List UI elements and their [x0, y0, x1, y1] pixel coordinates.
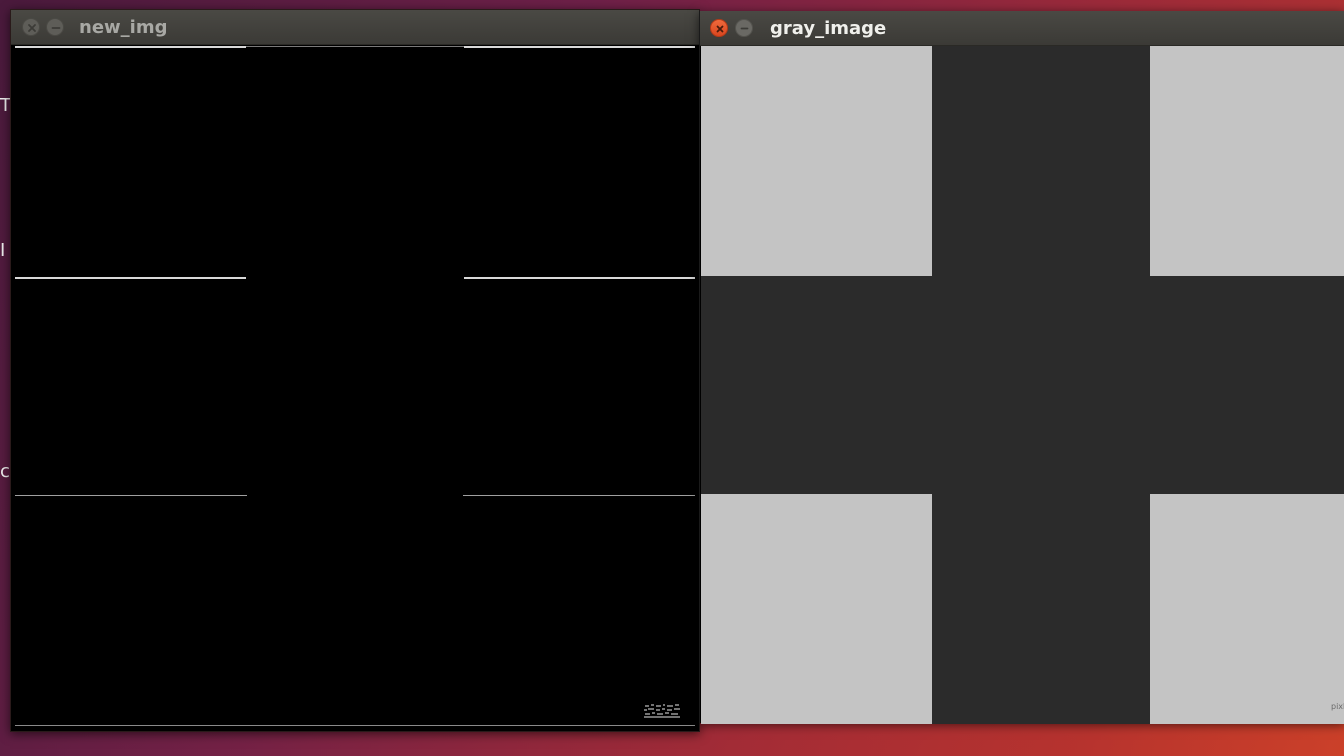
window-titlebar[interactable]: new_img: [11, 10, 699, 45]
light-square-top-left: [701, 46, 932, 276]
window-title: new_img: [79, 17, 168, 38]
window-title: gray_image: [770, 18, 887, 39]
edge-line: [464, 46, 695, 48]
minimize-button[interactable]: [46, 18, 64, 36]
edge-line: [15, 725, 695, 726]
corner-watermark: pixl: [1331, 702, 1344, 711]
edge-line: [15, 495, 247, 496]
minimize-icon: [740, 27, 749, 30]
background-window-text: I: [0, 240, 6, 261]
close-icon: [28, 24, 36, 32]
light-square-top-right: [1150, 46, 1344, 276]
gray-image-window[interactable]: gray_image pixl: [699, 11, 1344, 724]
edge-line: [246, 46, 464, 47]
window-titlebar[interactable]: gray_image: [700, 11, 1344, 46]
edge-line: [464, 277, 695, 279]
new-img-window[interactable]: new_img: [10, 9, 700, 732]
minimize-icon: [51, 27, 61, 29]
edge-line: [463, 495, 695, 496]
edge-line: [15, 46, 246, 48]
close-icon: [716, 25, 724, 33]
minimize-button[interactable]: [735, 19, 753, 37]
close-button[interactable]: [22, 18, 40, 36]
close-button[interactable]: [710, 19, 728, 37]
edge-line: [15, 277, 246, 279]
light-square-bottom-left: [701, 494, 932, 724]
noise-speckle: [644, 704, 680, 718]
image-canvas: [15, 45, 695, 727]
light-square-bottom-right: [1150, 494, 1344, 724]
image-canvas: pixl: [701, 46, 1344, 724]
